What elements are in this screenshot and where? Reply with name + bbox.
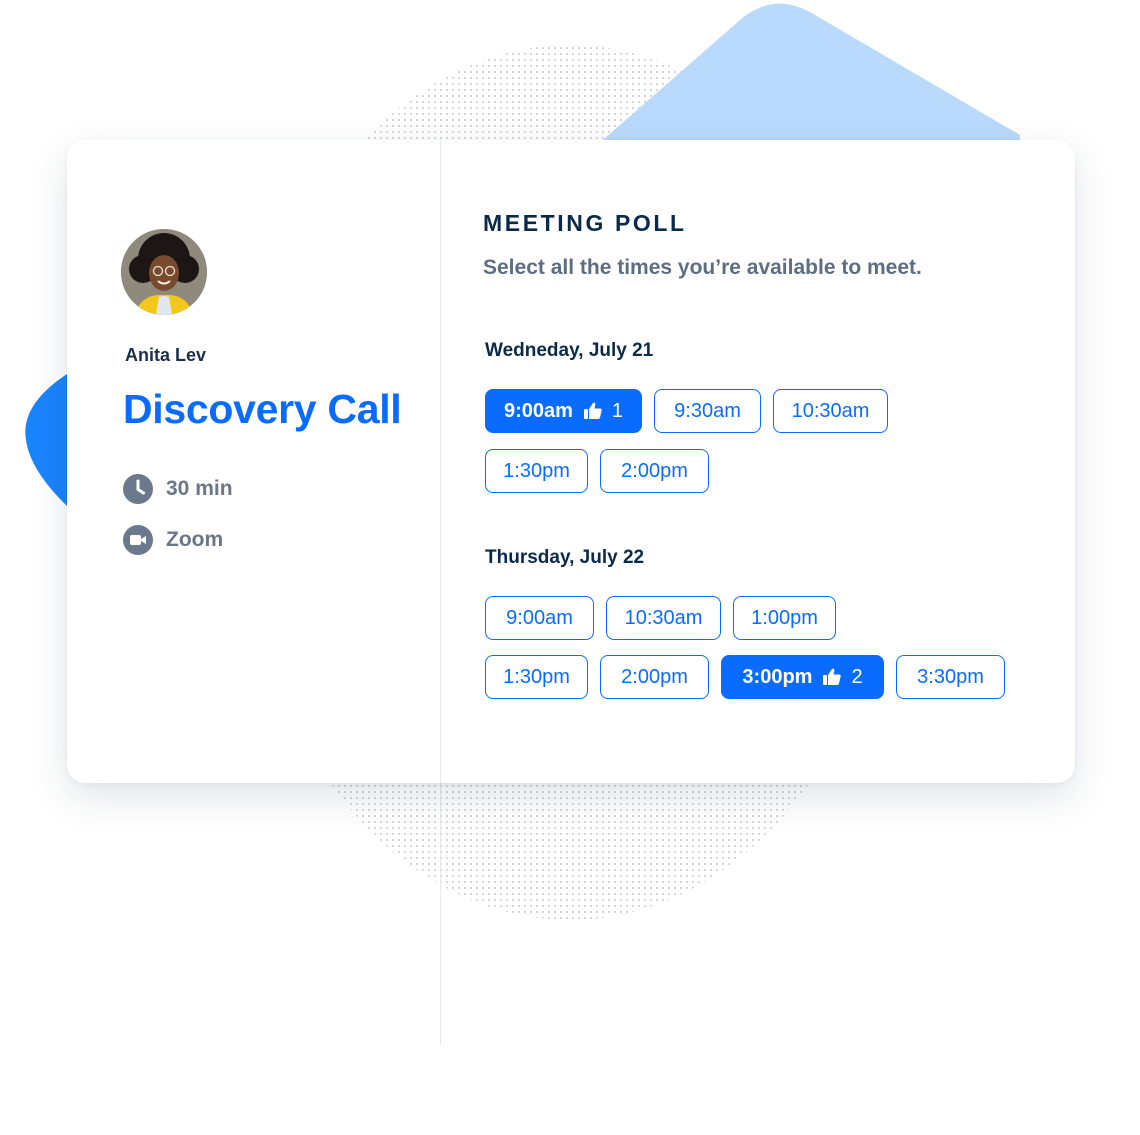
time-slot[interactable]: 1:30pm (485, 655, 588, 699)
poll-heading: MEETING POLL (483, 210, 687, 236)
time-slot-row: 1:30pm 2:00pm (485, 449, 709, 493)
clock-icon (123, 474, 153, 504)
time-slot[interactable]: 9:30am (654, 389, 761, 433)
time-slot-label: 1:30pm (503, 459, 570, 482)
time-slot[interactable]: 10:30am (606, 596, 721, 640)
time-slot-selected[interactable]: 9:00am 1 (485, 389, 642, 433)
time-slot-label: 1:30pm (503, 665, 570, 688)
avatar (121, 229, 207, 315)
time-slot-label: 1:00pm (751, 606, 818, 629)
time-slot[interactable]: 1:30pm (485, 449, 588, 493)
event-title: Discovery Call (123, 386, 402, 432)
time-slot-label: 9:00am (506, 606, 573, 629)
time-slot[interactable]: 10:30am (773, 389, 888, 433)
day-label-thursday: Thursday, July 22 (485, 547, 645, 568)
time-slot-row: 1:30pm 2:00pm 3:00pm 2 3:30pm (485, 655, 1005, 699)
time-slot-label: 9:00am (503, 399, 573, 422)
vote-count: 1 (611, 399, 624, 422)
time-slot[interactable]: 9:00am (485, 596, 594, 640)
poll-instructions: Select all the times you’re available to… (483, 256, 922, 279)
time-slot-label: 2:00pm (621, 459, 688, 482)
time-slot-label: 10:30am (624, 606, 703, 629)
meeting-poll-card: Anita Lev Discovery Call 30 min Zoom MEE… (67, 140, 1075, 783)
vote-count: 2 (851, 665, 863, 688)
time-slot-label: 3:30pm (917, 665, 984, 688)
duration-text: 30 min (166, 477, 233, 500)
time-slot-label: 3:00pm (742, 665, 813, 688)
time-slot-row: 9:00am 1 9:30am 10:30am (485, 389, 888, 433)
time-slot-label: 9:30am (674, 399, 741, 422)
video-camera-icon (123, 525, 153, 555)
time-slot[interactable]: 1:00pm (733, 596, 836, 640)
card-divider (440, 140, 441, 783)
time-slot[interactable]: 3:30pm (896, 655, 1005, 699)
thumbs-up-icon (583, 402, 602, 419)
thumbs-up-icon (823, 668, 842, 685)
time-slot[interactable]: 2:00pm (600, 449, 709, 493)
duration-row: 30 min (123, 474, 233, 504)
location-row: Zoom (123, 525, 223, 555)
time-slot-selected[interactable]: 3:00pm 2 (721, 655, 884, 699)
host-name: Anita Lev (125, 345, 207, 365)
time-slot-label: 2:00pm (621, 665, 688, 688)
day-label-wednesday: Wedneday, July 21 (485, 340, 654, 361)
location-text: Zoom (166, 528, 224, 551)
time-slot-row: 9:00am 10:30am 1:00pm (485, 596, 836, 640)
time-slot-label: 10:30am (791, 399, 870, 422)
time-slot[interactable]: 2:00pm (600, 655, 709, 699)
